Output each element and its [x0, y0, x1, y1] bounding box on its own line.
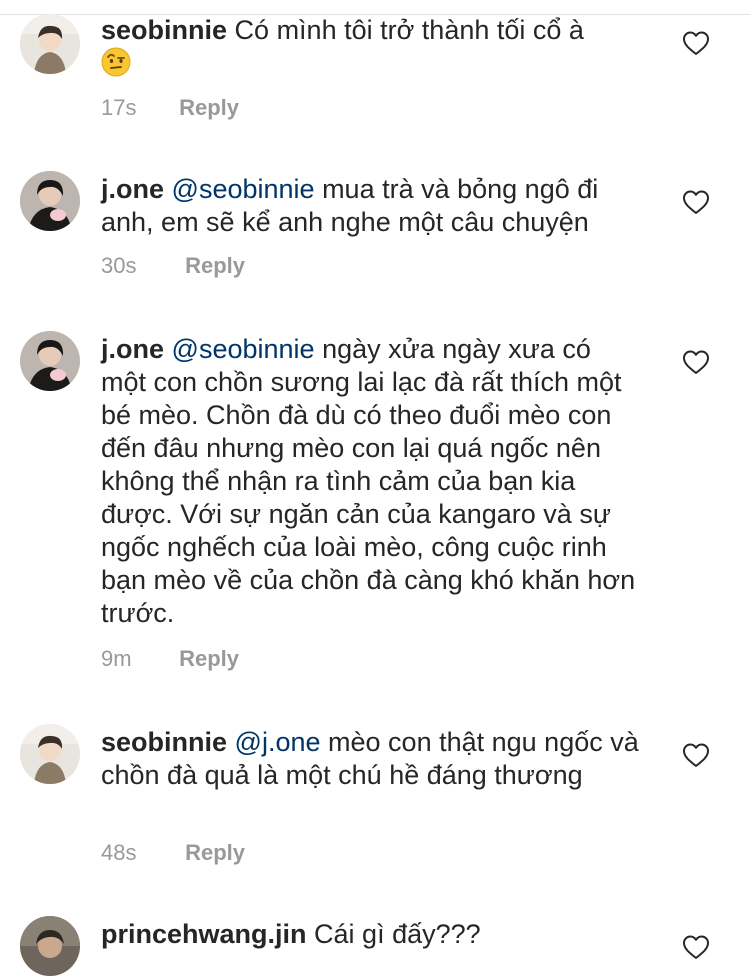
reply-button[interactable]: Reply — [185, 253, 245, 278]
reply-button[interactable]: Reply — [179, 646, 239, 671]
raised-eyebrow-emoji-icon — [101, 47, 131, 77]
avatar[interactable] — [20, 14, 80, 74]
avatar[interactable] — [20, 331, 80, 391]
username[interactable]: j.one — [101, 334, 164, 364]
comment-body: princehwang.jin Cái gì đấy??? — [101, 918, 641, 951]
top-divider — [0, 0, 750, 15]
mention-link[interactable]: @seobinnie — [172, 334, 315, 364]
avatar[interactable] — [20, 724, 80, 784]
like-button[interactable] — [682, 349, 710, 375]
mention-link[interactable]: @j.one — [235, 727, 321, 757]
comment-text: ngày xửa ngày xưa có một con chồn sương … — [101, 334, 636, 628]
like-button[interactable] — [682, 742, 710, 768]
comment-body: j.one @seobinnie ngày xửa ngày xưa có mộ… — [101, 333, 641, 630]
like-button[interactable] — [682, 934, 710, 960]
mention-link[interactable]: @seobinnie — [172, 174, 315, 204]
comment-meta: 30s Reply — [101, 253, 245, 279]
heart-outline-icon — [683, 350, 709, 374]
like-button[interactable] — [682, 189, 710, 215]
heart-outline-icon — [683, 743, 709, 767]
comment-body: seobinnie Có mình tôi trở thành tối cổ à — [101, 14, 641, 81]
username[interactable]: seobinnie — [101, 727, 227, 757]
heart-outline-icon — [683, 935, 709, 959]
avatar[interactable] — [20, 171, 80, 231]
username[interactable]: princehwang.jin — [101, 919, 307, 949]
timestamp: 17s — [101, 95, 137, 120]
comment-meta: 17s Reply — [101, 95, 239, 121]
like-button[interactable] — [682, 30, 710, 56]
reply-button[interactable]: Reply — [185, 840, 245, 865]
username[interactable]: seobinnie — [101, 15, 227, 45]
comment-body: seobinnie @j.one mèo con thật ngu ngốc v… — [101, 726, 641, 792]
heart-outline-icon — [683, 190, 709, 214]
username[interactable]: j.one — [101, 174, 164, 204]
timestamp: 48s — [101, 840, 137, 865]
comment-meta: 48s Reply — [101, 840, 245, 866]
comment-text: Có mình tôi trở thành tối cổ à — [234, 15, 584, 45]
avatar[interactable] — [20, 916, 80, 976]
timestamp: 30s — [101, 253, 137, 278]
comment-meta: 9m Reply — [101, 646, 239, 672]
comment-body: j.one @seobinnie mua trà và bỏng ngô đi … — [101, 173, 641, 239]
timestamp: 9m — [101, 646, 132, 671]
comment-text: Cái gì đấy??? — [314, 919, 481, 949]
reply-button[interactable]: Reply — [179, 95, 239, 120]
heart-outline-icon — [683, 31, 709, 55]
